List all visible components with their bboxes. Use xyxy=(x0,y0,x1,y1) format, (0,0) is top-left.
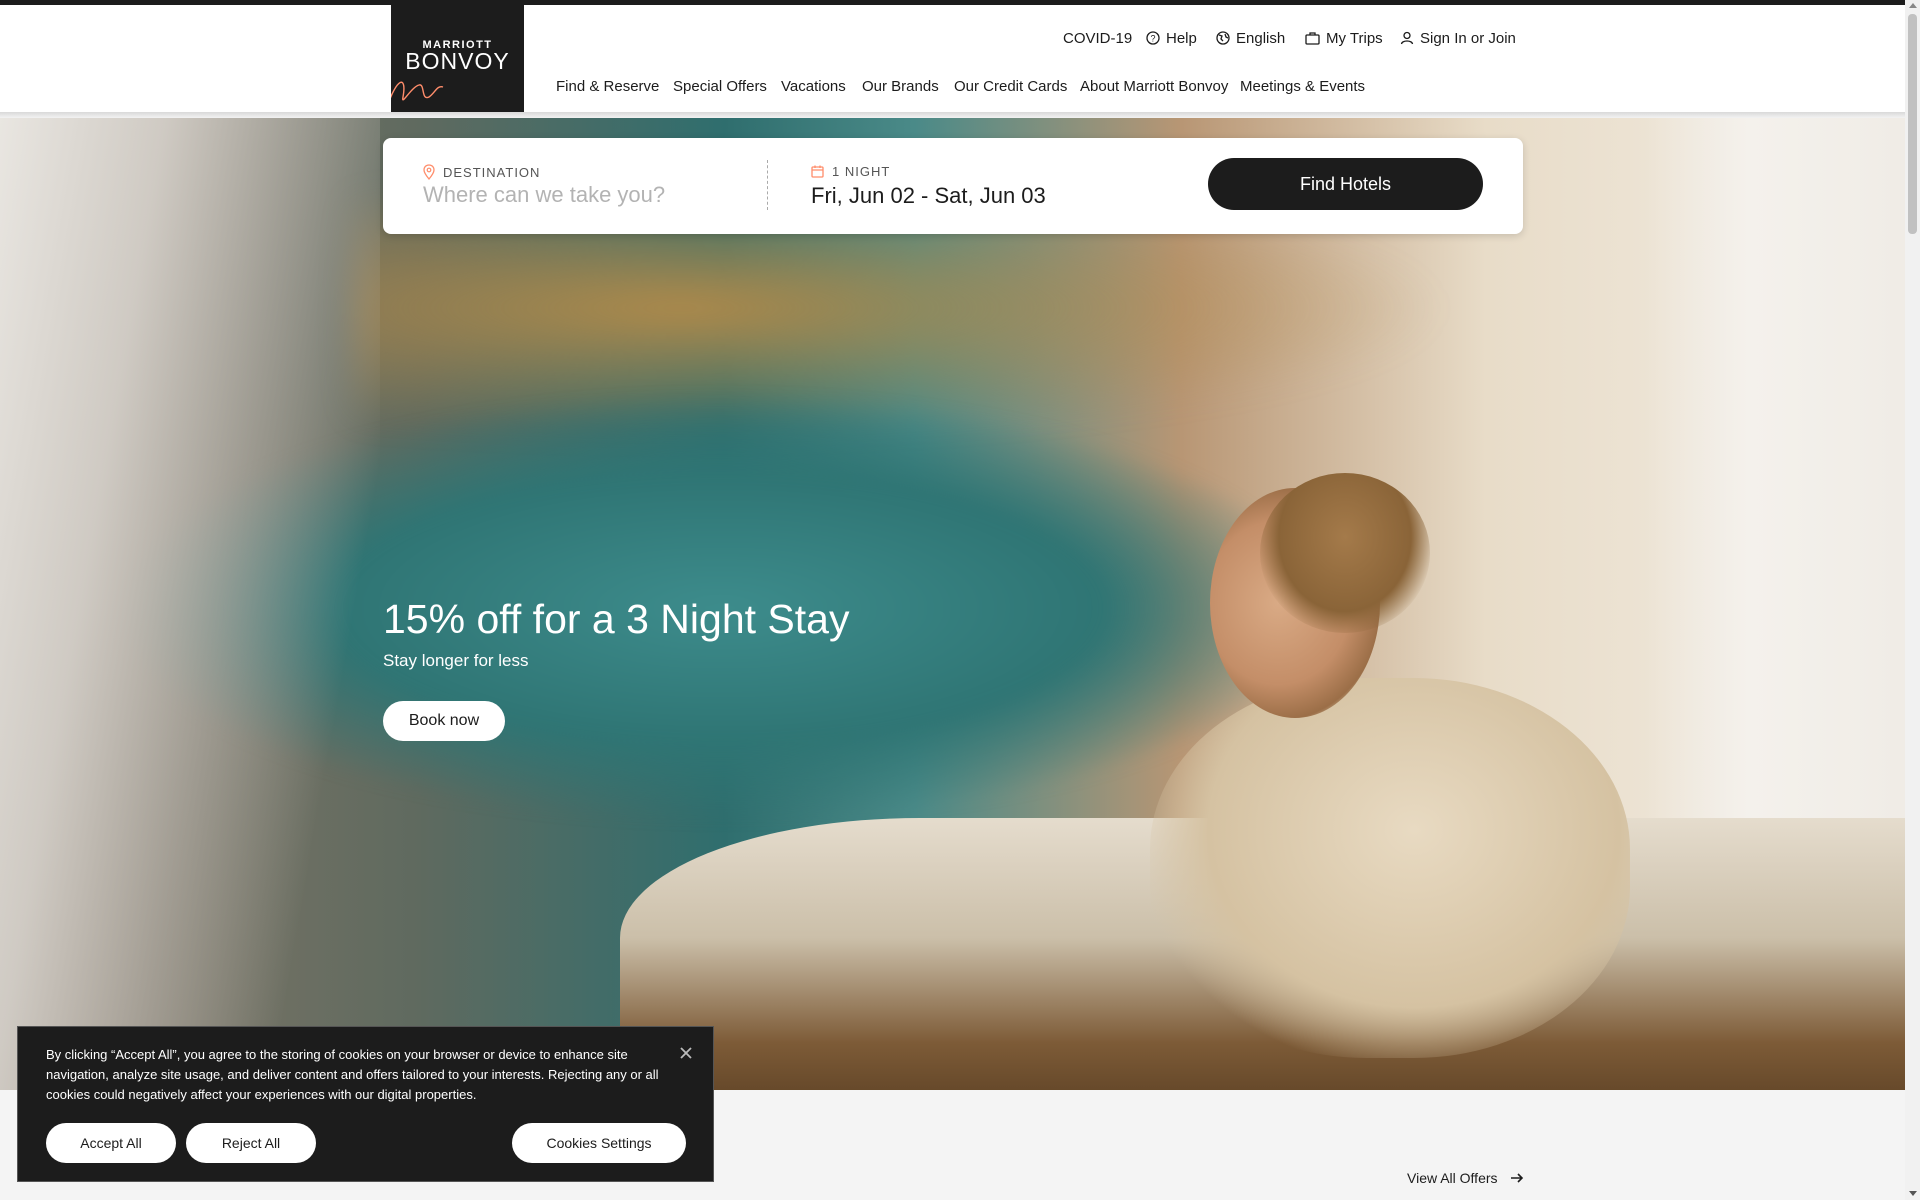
scroll-down-arrow[interactable] xyxy=(1909,1191,1917,1196)
my-trips-link[interactable]: My Trips xyxy=(1305,24,1383,52)
covid-link[interactable]: COVID-19 xyxy=(1063,24,1132,52)
promo-title: 15% off for a 3 Night Stay xyxy=(383,596,850,642)
nav-our-brands[interactable]: Our Brands xyxy=(862,78,939,95)
scroll-up-arrow[interactable] xyxy=(1909,3,1917,8)
promo-subtitle: Stay longer for less xyxy=(383,651,529,670)
nights-label-text: 1 NIGHT xyxy=(832,164,891,179)
search-divider xyxy=(767,160,768,210)
svg-text:?: ? xyxy=(1150,34,1155,44)
my-trips-label: My Trips xyxy=(1326,29,1383,47)
nav-meetings-events[interactable]: Meetings & Events xyxy=(1240,78,1365,95)
view-all-offers-link[interactable]: View All Offers xyxy=(1407,1170,1524,1186)
nav-about-bonvoy[interactable]: About Marriott Bonvoy xyxy=(1080,78,1228,95)
nav-credit-cards[interactable]: Our Credit Cards xyxy=(954,78,1067,95)
view-all-offers-label: View All Offers xyxy=(1407,1170,1498,1186)
nav-find-reserve[interactable]: Find & Reserve xyxy=(556,78,659,95)
covid-label: COVID-19 xyxy=(1063,29,1133,47)
utility-nav: COVID-19 ? Help English My Trips Sign In… xyxy=(1000,24,1905,52)
hero-banner xyxy=(0,118,1905,1090)
arrow-right-icon xyxy=(1510,1173,1523,1183)
date-range-selector[interactable]: Fri, Jun 02 - Sat, Jun 03 xyxy=(811,183,1046,209)
logo-swirl-icon xyxy=(391,81,444,101)
language-selector[interactable]: English xyxy=(1216,24,1285,52)
cookie-consent-banner: By clicking “Accept All”, you agree to t… xyxy=(17,1026,714,1182)
location-pin-icon xyxy=(423,164,435,180)
cookies-settings-button[interactable]: Cookies Settings xyxy=(512,1123,686,1163)
help-label: Help xyxy=(1166,29,1197,47)
language-label: English xyxy=(1236,29,1286,47)
sign-in-link[interactable]: Sign In or Join xyxy=(1400,24,1516,52)
calendar-icon xyxy=(811,165,824,178)
scroll-thumb[interactable] xyxy=(1908,14,1917,234)
cookie-consent-text: By clicking “Accept All”, you agree to t… xyxy=(46,1047,659,1102)
hero-woman-hair xyxy=(1260,473,1430,633)
nav-special-offers[interactable]: Special Offers xyxy=(673,78,767,95)
destination-label-text: DESTINATION xyxy=(443,164,541,180)
close-icon[interactable] xyxy=(676,1043,696,1063)
help-link[interactable]: ? Help xyxy=(1146,24,1197,52)
accept-all-button[interactable]: Accept All xyxy=(46,1123,176,1163)
destination-label: DESTINATION xyxy=(423,164,540,180)
nights-label: 1 NIGHT xyxy=(811,164,890,179)
page-scrollbar[interactable] xyxy=(1905,0,1920,1200)
site-header: MARRIOTT BONVOY COVID-19 ? Help English … xyxy=(0,5,1905,112)
hotel-search-bar: DESTINATION 1 NIGHT Fri, Jun 02 - Sat, J… xyxy=(383,138,1523,234)
marriott-bonvoy-logo[interactable]: MARRIOTT BONVOY xyxy=(391,5,524,112)
hero-curtain-left xyxy=(0,118,380,1090)
destination-input[interactable] xyxy=(423,180,753,210)
hero-woman-body xyxy=(1150,678,1630,1058)
find-hotels-button[interactable]: Find Hotels xyxy=(1208,158,1483,210)
book-now-button[interactable]: Book now xyxy=(383,701,505,741)
user-icon xyxy=(1400,31,1414,45)
reject-all-button[interactable]: Reject All xyxy=(186,1123,316,1163)
globe-icon xyxy=(1216,31,1230,45)
suitcase-icon xyxy=(1305,32,1320,45)
sign-in-label: Sign In or Join xyxy=(1420,29,1516,47)
help-circle-icon: ? xyxy=(1146,31,1160,45)
nav-vacations[interactable]: Vacations xyxy=(781,78,846,95)
